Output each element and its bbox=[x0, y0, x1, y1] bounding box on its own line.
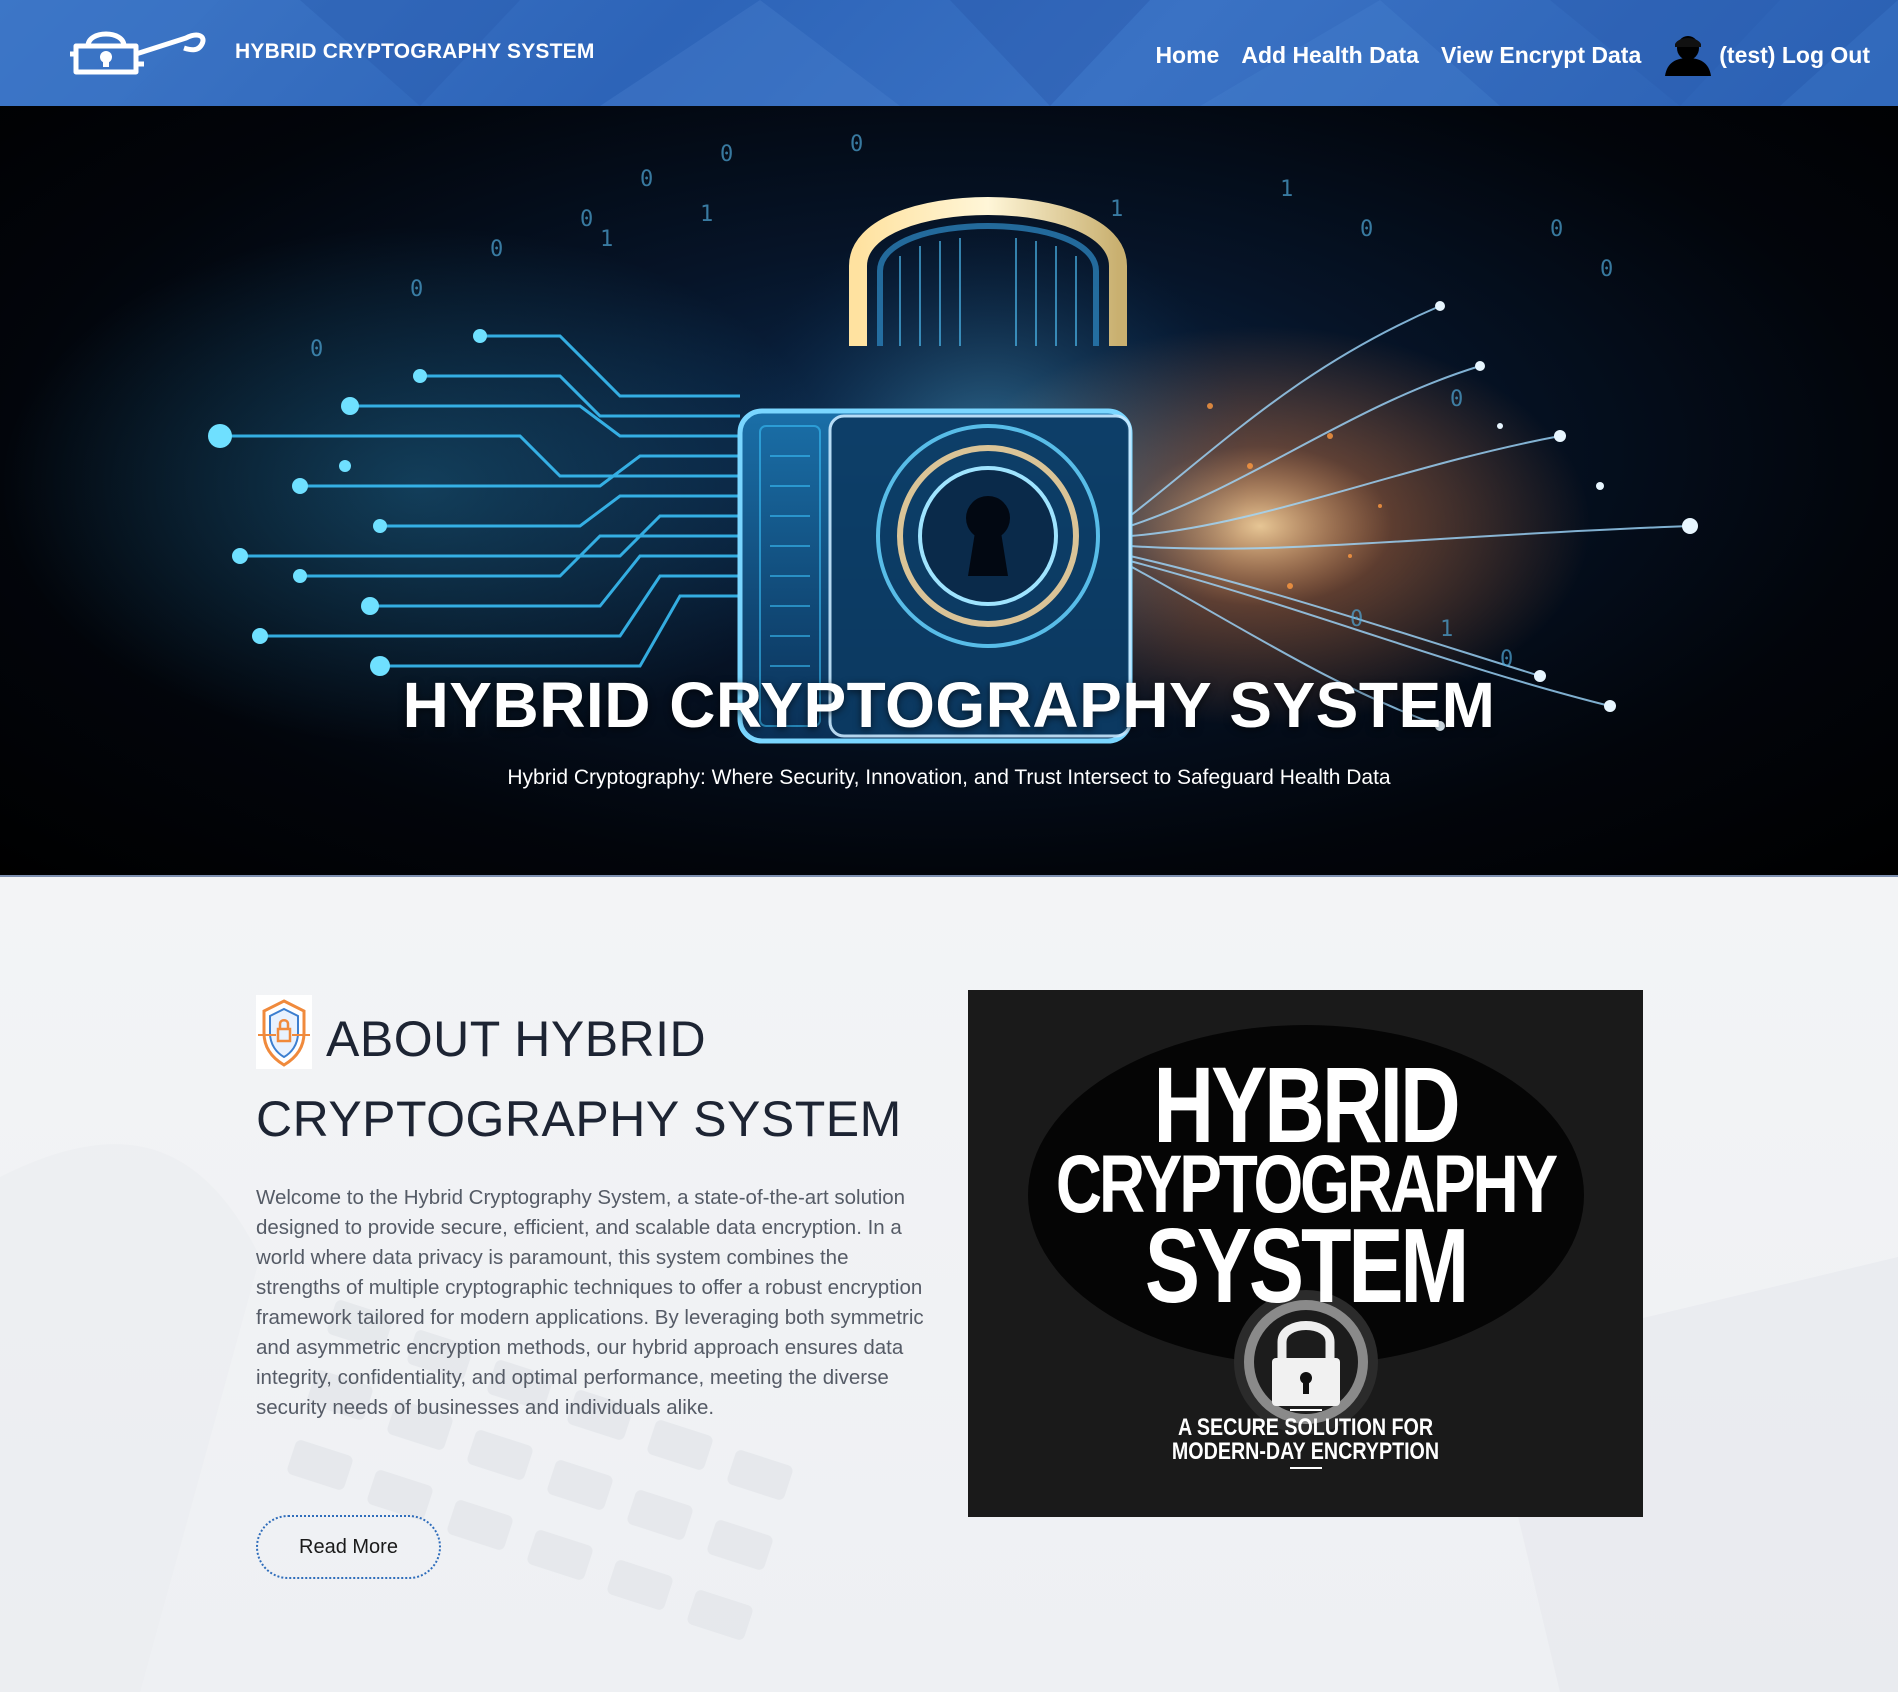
main-nav: Home Add Health Data View Encrypt Data (… bbox=[1155, 34, 1870, 76]
poster-line-3: SYSTEM bbox=[1144, 1207, 1469, 1325]
svg-text:0: 0 bbox=[720, 142, 733, 167]
svg-text:1: 1 bbox=[700, 202, 713, 227]
svg-text:0: 0 bbox=[1450, 387, 1463, 412]
hero-title: HYBRID CRYPTOGRAPHY SYSTEM bbox=[402, 669, 1496, 741]
svg-text:1: 1 bbox=[1110, 197, 1123, 222]
brand-logo-link[interactable] bbox=[66, 24, 208, 80]
about-section: ABOUT HYBRID CRYPTOGRAPHY SYSTEM Welcome… bbox=[0, 877, 1898, 1692]
svg-text:0: 0 bbox=[640, 167, 653, 192]
svg-text:0: 0 bbox=[580, 207, 593, 232]
nav-view-encrypt-data-link[interactable]: View Encrypt Data bbox=[1441, 42, 1641, 69]
svg-text:0: 0 bbox=[490, 237, 503, 262]
svg-text:0: 0 bbox=[310, 337, 323, 362]
padlock-circuit-illustration: 010 100 000 100 010 00 1 bbox=[0, 132, 1698, 746]
hero-banner: 010 100 000 100 010 001 HYBRID CRYPTOGRA… bbox=[0, 106, 1898, 876]
svg-text:0: 0 bbox=[1600, 257, 1613, 282]
svg-text:0: 0 bbox=[1550, 217, 1563, 242]
about-heading: ABOUT HYBRID CRYPTOGRAPHY SYSTEM bbox=[256, 1011, 902, 1147]
svg-text:0: 0 bbox=[410, 277, 423, 302]
hybrid-cryptography-poster-image: HYBRID CRYPTOGRAPHY SYSTEM A SECURE SOLU… bbox=[968, 990, 1643, 1517]
svg-text:0: 0 bbox=[850, 132, 863, 157]
about-paragraph: Welcome to the Hybrid Cryptography Syste… bbox=[256, 1186, 924, 1419]
top-navbar: HYBRID CRYPTOGRAPHY SYSTEM Home Add Heal… bbox=[0, 0, 1898, 106]
poster-subtitle-2: MODERN-DAY ENCRYPTION bbox=[1171, 1438, 1440, 1465]
hero-subtitle: Hybrid Cryptography: Where Security, Inn… bbox=[507, 766, 1391, 789]
svg-text:0: 0 bbox=[1360, 217, 1373, 242]
read-more-button[interactable]: Read More bbox=[256, 1515, 441, 1579]
logout-link[interactable]: (test) Log Out bbox=[1663, 34, 1870, 76]
svg-text:1: 1 bbox=[1440, 617, 1453, 642]
svg-text:1: 1 bbox=[1280, 177, 1293, 202]
nav-add-health-data-link[interactable]: Add Health Data bbox=[1241, 42, 1419, 69]
svg-text:0: 0 bbox=[1350, 607, 1363, 632]
svg-text:1: 1 bbox=[600, 227, 613, 252]
logout-label[interactable]: (test) Log Out bbox=[1719, 42, 1870, 69]
brand-title[interactable]: HYBRID CRYPTOGRAPHY SYSTEM bbox=[235, 40, 595, 64]
padlock-key-logo-icon bbox=[70, 31, 206, 75]
nav-home-link[interactable]: Home bbox=[1155, 42, 1219, 69]
user-silhouette-icon bbox=[1665, 36, 1712, 76]
